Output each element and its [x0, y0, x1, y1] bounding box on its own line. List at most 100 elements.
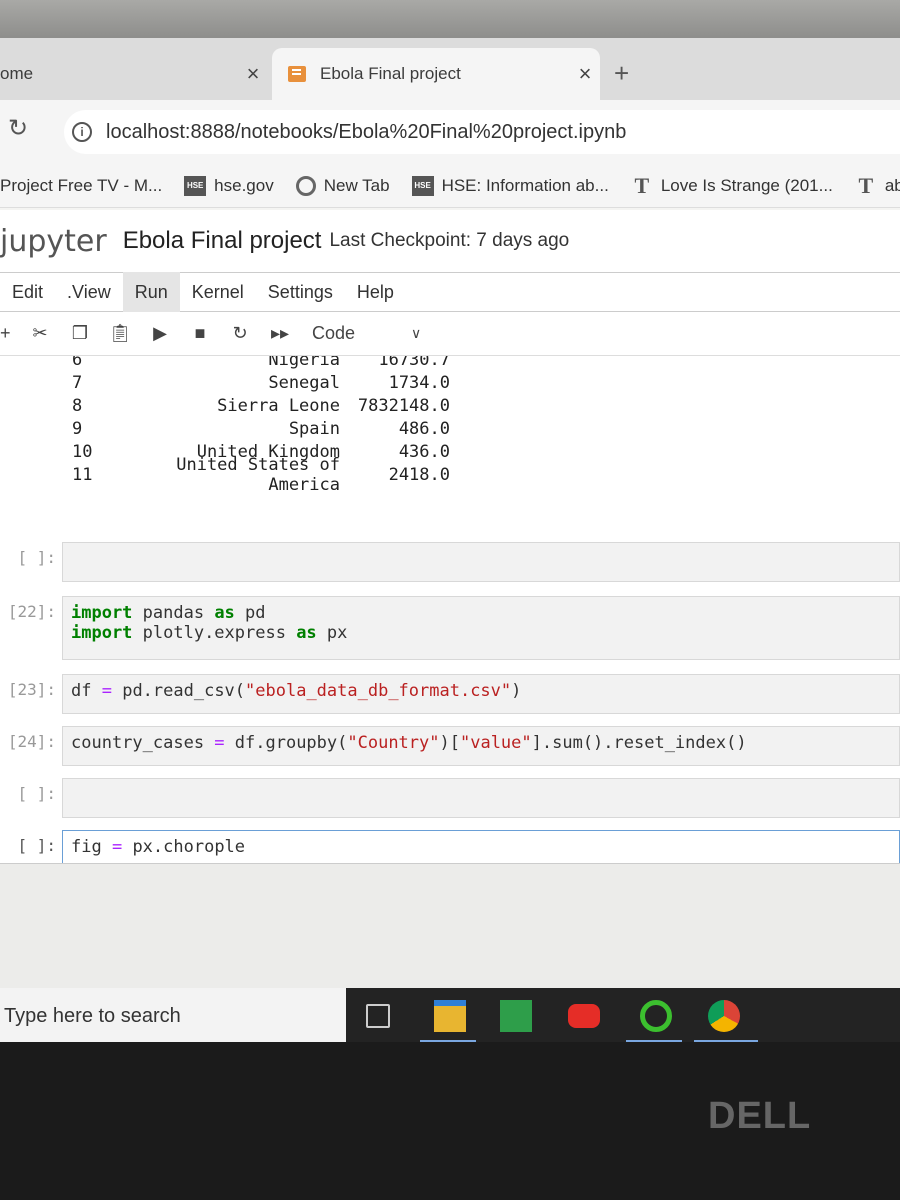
code-token: fig [71, 837, 112, 857]
bookmark-label: HSE: Information ab... [441, 175, 609, 195]
code-cell[interactable]: [ ]: [0, 542, 900, 582]
code-token: pd.read_csv( [111, 681, 246, 701]
cell-type-label: Code [312, 323, 356, 343]
bookmarks-bar: Project Free TV - M... HSE hse.gov New T… [0, 164, 900, 208]
info-icon[interactable]: i [72, 122, 92, 142]
file-explorer-icon[interactable] [434, 1000, 466, 1032]
notebook-favicon-icon [288, 66, 306, 82]
row-value: 7832148.0 [357, 395, 450, 416]
cell-input[interactable] [62, 542, 900, 582]
bookmark-label: Project Free TV - M... [0, 175, 163, 195]
active-app-indicator [420, 1040, 476, 1042]
cell-prompt: [ ]: [17, 784, 56, 803]
notebook-title[interactable]: Ebola Final project [123, 227, 322, 255]
monitor-bezel [0, 0, 900, 40]
task-view-icon[interactable] [366, 1004, 390, 1028]
row-country: Spain [288, 418, 340, 439]
fast-forward-icon[interactable]: ▸▸ [260, 323, 300, 344]
bookmark-item[interactable]: New Tab [295, 175, 390, 196]
taskbar-search-box[interactable]: Type here to search [0, 988, 346, 1042]
restart-icon[interactable]: ↻ [220, 323, 260, 344]
bookmark-item[interactable]: T abo [855, 172, 900, 198]
code-cell[interactable]: [22]: import pandas as pd import plotly.e… [0, 596, 900, 660]
active-app-indicator [626, 1040, 682, 1042]
paste-icon[interactable]: 📋︎ [100, 323, 140, 344]
notebook-toolbar: + ✂ ❐ 📋︎ ▶ ■ ↻ ▸▸ Code ∨ [0, 312, 900, 356]
notebook-area: 6 Nigeria 16730.7 7 Senegal 1734.0 8 Sierra L… [0, 356, 900, 864]
code-token: px [316, 623, 348, 643]
code-token: = [111, 837, 123, 857]
menu-bar: Edit .View Run Kernel Settings Help [0, 272, 900, 312]
cell-input[interactable] [62, 778, 900, 818]
bookmark-item[interactable]: HSE HSE: Information ab... [411, 175, 609, 196]
address-bar[interactable]: i localhost:8888/notebooks/Ebola%20Final… [64, 110, 900, 154]
bookmark-label: New Tab [323, 175, 390, 195]
cell-prompt: [ ]: [17, 548, 56, 567]
code-line: fig = px.chorople [71, 837, 891, 857]
row-index: 9 [72, 418, 83, 439]
run-icon[interactable]: ▶ [140, 323, 180, 344]
menu-view[interactable]: .View [55, 272, 123, 312]
bookmark-item[interactable]: Project Free TV - M... [0, 176, 162, 196]
code-cell[interactable]: [23]: df = pd.read_csv("ebola_data_db_fo… [0, 674, 900, 714]
windows-taskbar: Type here to search [0, 988, 900, 1042]
hse-icon: HSE [411, 175, 434, 196]
browser-tabstrip: ome × Ebola Final project × + [0, 38, 900, 100]
cell-input[interactable]: df = pd.read_csv("ebola_data_db_format.c… [62, 674, 900, 714]
reload-icon[interactable]: ↻ [8, 114, 28, 143]
close-icon[interactable]: × [238, 61, 268, 87]
cell-prompt: [ ]: [17, 836, 56, 855]
code-token: country_cases [71, 733, 215, 753]
code-cell[interactable]: [ ]: [0, 778, 900, 818]
code-cell-active[interactable]: [ ]: fig = px.chorople [0, 830, 900, 863]
row-index: 6 [72, 356, 83, 370]
menu-edit[interactable]: Edit [0, 272, 55, 312]
t-icon: T [858, 172, 874, 198]
menu-help[interactable]: Help [345, 272, 406, 312]
bookmark-item[interactable]: HSE hse.gov [184, 175, 274, 196]
cell-input[interactable]: import pandas as pd import plotly.express… [62, 596, 900, 660]
cell-output: 6 Nigeria 16730.7 7 Senegal 1734.0 8 Sierra L… [60, 356, 900, 495]
code-token: ].sum().reset_index() [531, 733, 747, 753]
dell-logo: DELL [708, 1095, 812, 1137]
table-row: 8 Sierra Leone 7832148.0 [60, 394, 900, 417]
add-cell-icon[interactable]: + [0, 323, 20, 344]
tab-home[interactable]: ome × [0, 48, 268, 100]
row-value: 1734.0 [388, 372, 450, 393]
chrome-icon [295, 175, 316, 196]
code-token: df.groupby( [224, 733, 348, 753]
bookmark-label: Love Is Strange (201... [660, 175, 833, 195]
code-token: import [71, 603, 133, 623]
row-country: Senegal [268, 372, 340, 393]
row-country: Nigeria [268, 356, 340, 370]
cell-input[interactable]: fig = px.chorople [62, 830, 900, 863]
cut-icon[interactable]: ✂ [20, 323, 60, 344]
bookmark-item[interactable]: T Love Is Strange (201... [631, 174, 833, 196]
search-placeholder: Type here to search [4, 1004, 181, 1027]
copy-icon[interactable]: ❐ [60, 323, 100, 344]
stop-icon[interactable]: ■ [180, 323, 220, 344]
browser-toolbar: ↻ i localhost:8888/notebooks/Ebola%20Fin… [0, 100, 900, 164]
code-token: df [71, 681, 102, 701]
classroom-icon[interactable] [500, 1000, 532, 1032]
chrome-icon[interactable] [708, 1000, 740, 1032]
table-row: 6 Nigeria 16730.7 [60, 356, 900, 371]
code-cell[interactable]: [24]: country_cases = df.groupby("Countr… [0, 726, 900, 766]
cell-type-select[interactable]: Code ∨ [312, 323, 421, 344]
close-icon[interactable]: × [570, 61, 600, 87]
new-tab-button[interactable]: + [614, 58, 629, 89]
jupyter-logo[interactable]: jupyter [0, 224, 107, 259]
screen: ome × Ebola Final project × + ↻ i localh… [0, 38, 900, 1042]
cell-input[interactable]: country_cases = df.groupby("Country")["v… [62, 726, 900, 766]
active-app-indicator [694, 1040, 758, 1042]
menu-settings[interactable]: Settings [256, 272, 345, 312]
youtube-icon[interactable] [568, 1004, 600, 1028]
code-token: pd [234, 603, 266, 623]
menu-kernel[interactable]: Kernel [180, 272, 256, 312]
code-token: "ebola_data_db_format.csv" [245, 681, 512, 701]
jupyter-header: jupyter Ebola Final project Last Checkpo… [0, 210, 900, 272]
tab-ebola-project[interactable]: Ebola Final project × [272, 48, 600, 100]
code-token: = [214, 733, 225, 753]
green-ring-icon[interactable] [640, 1000, 672, 1032]
menu-run[interactable]: Run [122, 272, 180, 312]
